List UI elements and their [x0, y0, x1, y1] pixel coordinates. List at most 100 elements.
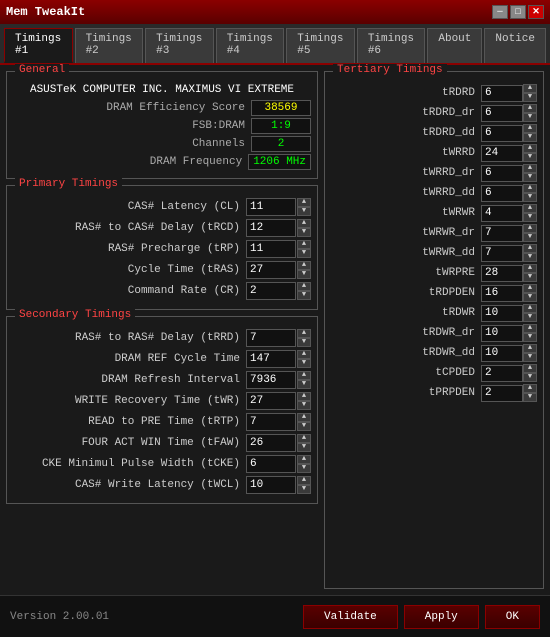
arrow-up[interactable]: ▲ [523, 84, 537, 93]
arrow-up[interactable]: ▲ [297, 240, 311, 249]
tab-timings5[interactable]: Timings #5 [286, 28, 355, 63]
arrow-down[interactable]: ▼ [297, 228, 311, 237]
timing-input[interactable] [246, 350, 296, 368]
tertiary-input[interactable] [481, 325, 523, 342]
timing-input[interactable] [246, 476, 296, 494]
arrow-up[interactable]: ▲ [297, 219, 311, 228]
arrow-up[interactable]: ▲ [523, 144, 537, 153]
arrow-down[interactable]: ▼ [523, 193, 537, 202]
arrow-up[interactable]: ▲ [523, 364, 537, 373]
arrow-up[interactable]: ▲ [297, 282, 311, 291]
tertiary-input[interactable] [481, 205, 523, 222]
arrow-down[interactable]: ▼ [523, 133, 537, 142]
maximize-button[interactable]: □ [510, 5, 526, 19]
arrow-up[interactable]: ▲ [297, 371, 311, 380]
timing-input[interactable] [246, 282, 296, 300]
tertiary-input[interactable] [481, 365, 523, 382]
arrow-up[interactable]: ▲ [523, 104, 537, 113]
arrow-up[interactable]: ▲ [297, 392, 311, 401]
arrow-up[interactable]: ▲ [523, 304, 537, 313]
tab-timings2[interactable]: Timings #2 [75, 28, 144, 63]
tertiary-input[interactable] [481, 385, 523, 402]
timing-input[interactable] [246, 219, 296, 237]
tertiary-input[interactable] [481, 85, 523, 102]
arrow-down[interactable]: ▼ [297, 338, 311, 347]
timing-input[interactable] [246, 413, 296, 431]
arrow-down[interactable]: ▼ [297, 207, 311, 216]
arrow-down[interactable]: ▼ [297, 359, 311, 368]
arrow-up[interactable]: ▲ [523, 344, 537, 353]
arrow-up[interactable]: ▲ [297, 261, 311, 270]
arrow-up[interactable]: ▲ [523, 384, 537, 393]
arrow-down[interactable]: ▼ [297, 270, 311, 279]
ok-button[interactable]: OK [485, 605, 540, 629]
arrow-up[interactable]: ▲ [297, 455, 311, 464]
arrow-up[interactable]: ▲ [297, 413, 311, 422]
tab-about[interactable]: About [427, 28, 482, 63]
minimize-button[interactable]: ─ [492, 5, 508, 19]
tab-timings3[interactable]: Timings #3 [145, 28, 214, 63]
tertiary-input[interactable] [481, 225, 523, 242]
timing-input[interactable] [246, 240, 296, 258]
apply-button[interactable]: Apply [404, 605, 479, 629]
timing-input[interactable] [246, 392, 296, 410]
arrow-down[interactable]: ▼ [297, 464, 311, 473]
arrow-down[interactable]: ▼ [523, 333, 537, 342]
arrow-down[interactable]: ▼ [297, 291, 311, 300]
arrow-down[interactable]: ▼ [523, 113, 537, 122]
arrow-up[interactable]: ▲ [523, 264, 537, 273]
tab-timings4[interactable]: Timings #4 [216, 28, 285, 63]
tertiary-input[interactable] [481, 345, 523, 362]
arrow-down[interactable]: ▼ [523, 393, 537, 402]
arrow-down[interactable]: ▼ [523, 213, 537, 222]
arrow-up[interactable]: ▲ [523, 184, 537, 193]
arrow-down[interactable]: ▼ [523, 373, 537, 382]
timing-input[interactable] [246, 371, 296, 389]
tertiary-input[interactable] [481, 105, 523, 122]
arrow-down[interactable]: ▼ [523, 233, 537, 242]
arrow-up[interactable]: ▲ [523, 204, 537, 213]
arrow-up[interactable]: ▲ [297, 350, 311, 359]
arrow-down[interactable]: ▼ [297, 401, 311, 410]
tertiary-input[interactable] [481, 145, 523, 162]
arrow-up[interactable]: ▲ [297, 198, 311, 207]
arrow-up[interactable]: ▲ [523, 244, 537, 253]
close-button[interactable]: ✕ [528, 5, 544, 19]
timing-input[interactable] [246, 261, 296, 279]
timing-input[interactable] [246, 434, 296, 452]
validate-button[interactable]: Validate [303, 605, 398, 629]
arrow-up[interactable]: ▲ [523, 124, 537, 133]
arrow-down[interactable]: ▼ [297, 485, 311, 494]
arrow-up[interactable]: ▲ [523, 164, 537, 173]
arrow-down[interactable]: ▼ [297, 380, 311, 389]
arrow-up[interactable]: ▲ [523, 284, 537, 293]
arrow-up[interactable]: ▲ [523, 324, 537, 333]
arrow-up[interactable]: ▲ [297, 434, 311, 443]
arrow-down[interactable]: ▼ [523, 173, 537, 182]
arrow-down[interactable]: ▼ [523, 93, 537, 102]
timing-input[interactable] [246, 329, 296, 347]
tab-notice[interactable]: Notice [484, 28, 546, 63]
tertiary-input[interactable] [481, 185, 523, 202]
arrow-down[interactable]: ▼ [523, 353, 537, 362]
tertiary-input[interactable] [481, 305, 523, 322]
arrow-down[interactable]: ▼ [297, 422, 311, 431]
arrow-down[interactable]: ▼ [523, 293, 537, 302]
tertiary-input[interactable] [481, 165, 523, 182]
timing-input[interactable] [246, 198, 296, 216]
tertiary-input[interactable] [481, 125, 523, 142]
tertiary-input[interactable] [481, 285, 523, 302]
arrow-down[interactable]: ▼ [523, 313, 537, 322]
arrow-down[interactable]: ▼ [297, 443, 311, 452]
arrow-down[interactable]: ▼ [297, 249, 311, 258]
arrow-down[interactable]: ▼ [523, 253, 537, 262]
arrow-down[interactable]: ▼ [523, 153, 537, 162]
tab-timings6[interactable]: Timings #6 [357, 28, 426, 63]
timing-input[interactable] [246, 455, 296, 473]
tab-timings1[interactable]: Timings #1 [4, 28, 73, 63]
tertiary-input[interactable] [481, 245, 523, 262]
arrow-down[interactable]: ▼ [523, 273, 537, 282]
tertiary-input[interactable] [481, 265, 523, 282]
arrow-up[interactable]: ▲ [297, 329, 311, 338]
arrow-up[interactable]: ▲ [297, 476, 311, 485]
